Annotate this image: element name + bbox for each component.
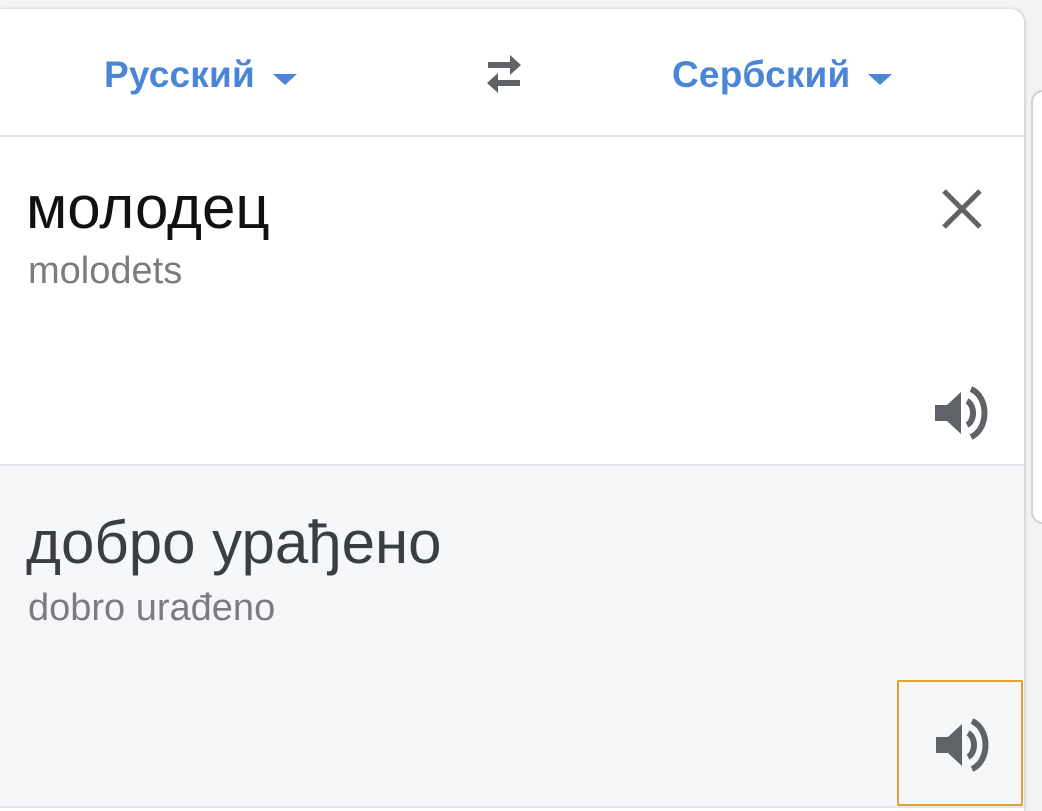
translation-transliteration: dobro urađeno	[28, 587, 276, 629]
target-language-label: Сербский	[672, 54, 851, 95]
caret-down-icon	[868, 73, 893, 85]
source-transliteration: molodets	[28, 250, 183, 292]
translation-text: добро урађено	[26, 509, 442, 576]
side-panel-edge	[1031, 90, 1042, 524]
translation-listen-button[interactable]	[897, 680, 1023, 806]
speaker-icon	[935, 386, 988, 440]
source-panel: молодец molodets	[0, 137, 1024, 466]
swap-languages-button[interactable]	[474, 51, 536, 97]
language-bar: Русский Сербский	[0, 9, 1024, 137]
swap-arrows-icon	[487, 55, 521, 93]
source-text[interactable]: молодец	[26, 173, 270, 243]
source-language-label: Русский	[104, 54, 255, 95]
caret-down-icon	[272, 73, 297, 85]
speaker-icon	[936, 718, 989, 772]
translation-panel: добро урађено dobro urađeno	[0, 466, 1024, 808]
source-language-button[interactable]: Русский	[104, 53, 297, 97]
close-icon	[942, 189, 982, 229]
translate-card: Русский Сербский молодец molodets добро …	[0, 9, 1024, 811]
source-listen-button[interactable]	[929, 381, 993, 445]
target-language-button[interactable]: Сербский	[672, 53, 893, 97]
clear-input-button[interactable]	[934, 181, 990, 237]
